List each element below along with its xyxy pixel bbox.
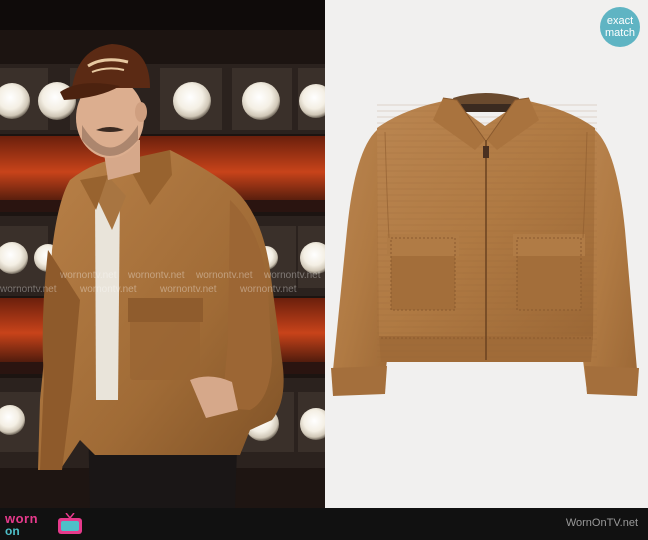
exact-match-badge: exact match — [600, 7, 640, 47]
celebrity-photo-illustration: wornontv.net wornontv.net wornontv.net w… — [0, 0, 325, 508]
svg-text:wornontv.net: wornontv.net — [59, 270, 117, 281]
celebrity-photo: wornontv.net wornontv.net wornontv.net w… — [0, 0, 325, 508]
left-pocket — [387, 234, 459, 311]
right-pocket — [513, 234, 585, 311]
wornontv-logo[interactable]: worn on — [5, 511, 85, 539]
site-name[interactable]: WornOnTV.net — [566, 517, 638, 529]
svg-text:wornontv.net: wornontv.net — [239, 284, 297, 295]
svg-text:wornontv.net: wornontv.net — [263, 270, 321, 281]
svg-text:wornontv.net: wornontv.net — [195, 270, 253, 281]
svg-text:wornontv.net: wornontv.net — [0, 284, 57, 295]
product-photo — [325, 0, 648, 508]
logo-on-text: on — [5, 524, 20, 538]
svg-text:wornontv.net: wornontv.net — [79, 284, 137, 295]
badge-line1: exact — [606, 15, 634, 27]
svg-text:wornontv.net: wornontv.net — [159, 284, 217, 295]
badge-line2: match — [605, 27, 635, 39]
footer-bar: worn on WornOnTV.net — [0, 508, 648, 540]
suede-jacket-product-illustration — [325, 0, 648, 508]
light-row-top — [0, 64, 325, 134]
tv-icon — [58, 513, 82, 534]
svg-text:wornontv.net: wornontv.net — [127, 270, 185, 281]
